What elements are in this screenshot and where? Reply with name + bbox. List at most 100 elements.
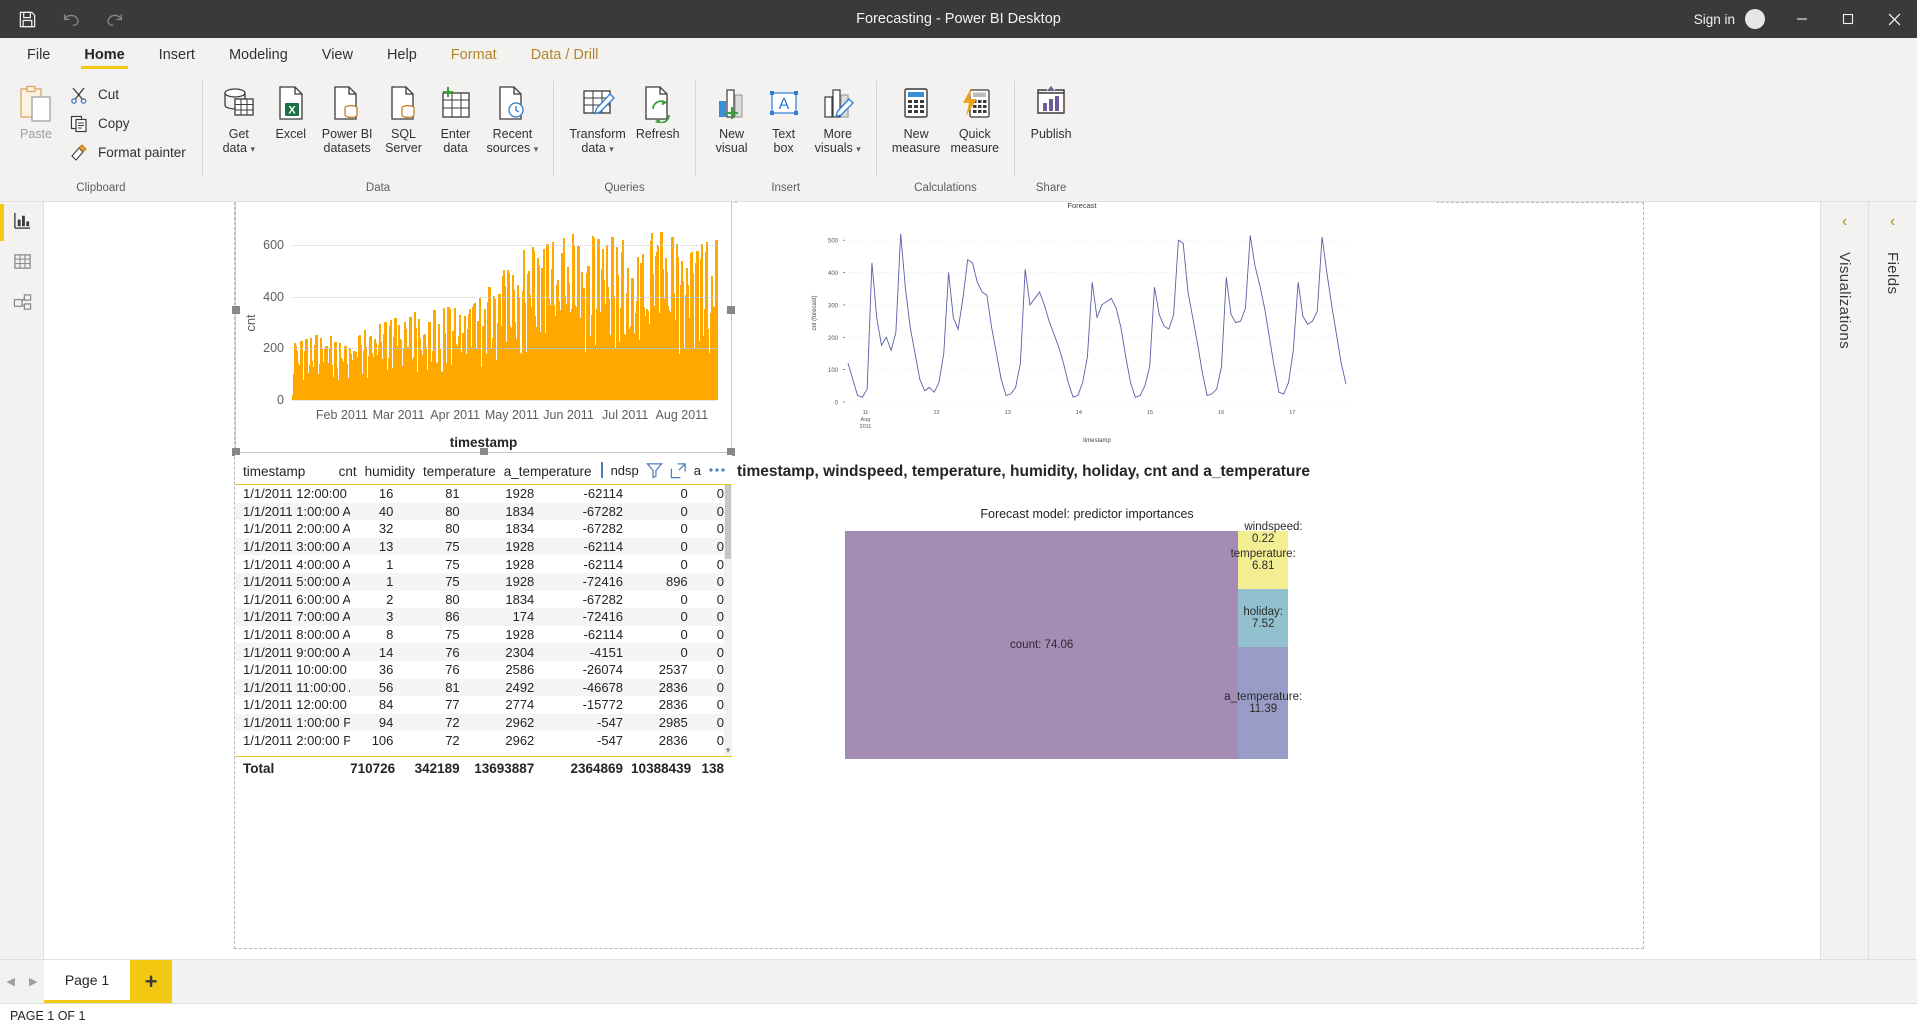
x-axis-tick: Feb 2011 <box>315 408 368 422</box>
cell-windspeed: 0 <box>680 627 688 643</box>
prev-page-icon[interactable]: ◀ <box>0 975 22 988</box>
column-header-timestamp[interactable]: timestamp <box>235 464 325 484</box>
sql-server-button[interactable]: SQL Server <box>378 77 430 159</box>
format-painter-button[interactable]: Format painter <box>62 139 192 167</box>
treemap-tile[interactable]: count: 74.06 <box>845 531 1239 759</box>
enter-data-label2: data <box>443 141 468 155</box>
next-page-icon[interactable]: ▶ <box>22 975 44 988</box>
fields-pane[interactable]: ‹ Fields <box>1868 202 1916 959</box>
powerbi-datasets-button[interactable]: Power BI datasets <box>317 77 378 159</box>
chevron-left-icon[interactable]: ‹ <box>1842 214 1847 230</box>
total-humidity: 342189 <box>414 761 460 776</box>
paste-button[interactable]: Paste <box>10 77 62 145</box>
table-row[interactable]: 1/1/2011 8:00:00 AM8751928-6211400 <box>235 626 732 644</box>
publish-button[interactable]: Publish <box>1025 77 1077 145</box>
svg-text:100: 100 <box>828 368 839 374</box>
treemap-tile[interactable]: a_temperature: 11.39 <box>1224 647 1302 759</box>
maximize-button[interactable] <box>1825 0 1871 38</box>
enter-data-button[interactable]: Enter data <box>430 77 482 159</box>
cell-temperature: 1928 <box>505 556 535 572</box>
table-row[interactable]: 1/1/2011 12:00:00 AM16811928-6211400 <box>235 485 732 503</box>
column-header-cnt[interactable]: cnt <box>325 464 365 484</box>
grid-line <box>292 400 717 401</box>
table-header-toolbar: ndsp a <box>600 461 732 484</box>
save-icon[interactable] <box>14 6 40 32</box>
column-header-windspeed[interactable]: ndsp <box>611 463 639 478</box>
table-row[interactable]: 1/1/2011 12:00:00 PM84772774-1577228360 <box>235 696 732 714</box>
cell-humidity: 77 <box>445 697 460 713</box>
transform-data-button[interactable]: Transform data ▾ <box>564 77 631 160</box>
add-page-button[interactable]: + <box>130 960 172 1003</box>
cell-temperature: 174 <box>512 609 535 625</box>
column-header-humidity[interactable]: humidity <box>365 464 423 484</box>
close-button[interactable] <box>1871 0 1917 38</box>
new-measure-button[interactable]: New measure <box>887 77 946 159</box>
cell-timestamp: 1/1/2011 6:00:00 AM <box>243 591 351 607</box>
more-options-icon[interactable] <box>708 467 726 473</box>
cell-cnt: 36 <box>378 662 394 678</box>
table-row[interactable]: 1/1/2011 11:00:00 AM56812492-4667828360 <box>235 678 732 697</box>
menu-insert[interactable]: Insert <box>142 38 212 71</box>
more-vertical-icon[interactable] <box>600 461 604 479</box>
treemap-tile[interactable]: holiday: 7.52 <box>1238 589 1288 648</box>
visualizations-pane[interactable]: ‹ Visualizations <box>1820 202 1868 959</box>
table-body[interactable]: 1/1/2011 12:00:00 AM16811928-62114001/1/… <box>235 485 732 749</box>
cut-button[interactable]: Cut <box>62 81 192 109</box>
get-data-button[interactable]: Get data ▾ <box>213 77 265 160</box>
treemap-tile[interactable]: windspeed: 0.22 temperature: 6.81 <box>1231 521 1303 590</box>
sidebar-item-model-view[interactable] <box>0 284 44 325</box>
refresh-button[interactable]: Refresh <box>631 77 685 145</box>
table-row[interactable]: 1/1/2011 5:00:00 AM1751928-724168960 <box>235 572 732 591</box>
sign-in-button[interactable]: Sign in <box>1680 9 1779 29</box>
minimize-button[interactable] <box>1779 0 1825 38</box>
sidebar-item-report-view[interactable] <box>0 202 44 243</box>
menu-home[interactable]: Home <box>67 38 141 71</box>
cell-windspeed: 0 <box>680 556 688 572</box>
excel-button[interactable]: X Excel <box>265 77 317 145</box>
table-row[interactable]: 1/1/2011 9:00:00 AM14762304-415100 <box>235 643 732 661</box>
menu-view[interactable]: View <box>305 38 370 71</box>
recent-sources-button[interactable]: Recent sources ▾ <box>482 77 544 160</box>
chevron-left-icon[interactable]: ‹ <box>1890 214 1895 230</box>
more-visuals-button[interactable]: More visuals ▾ <box>810 77 866 160</box>
table-row[interactable]: 1/1/2011 2:00:00 AM32801834-6728200 <box>235 520 732 538</box>
undo-icon[interactable] <box>58 6 84 32</box>
visual-forecast-line[interactable]: timestamp, cnt, humidity, temperature, a… <box>737 202 1437 456</box>
table-row[interactable]: 1/1/2011 1:00:00 AM40801834-6728200 <box>235 502 732 521</box>
ribbon-group-data: Get data ▾ X Excel Power BI datasets SQL… <box>203 71 554 202</box>
table-row[interactable]: 1/1/2011 2:00:00 PM106722962-54728360 <box>235 731 732 749</box>
quick-measure-button[interactable]: Quick measure <box>945 77 1004 159</box>
table-row[interactable]: 1/1/2011 3:00:00 AM13751928-6211400 <box>235 537 732 556</box>
table-row[interactable]: 1/1/2011 7:00:00 AM386174-7241600 <box>235 608 732 626</box>
new-visual-button[interactable]: New visual <box>706 77 758 159</box>
table-row[interactable]: 1/1/2011 4:00:00 AM1751928-6211400 <box>235 555 732 573</box>
table-row[interactable]: 1/1/2011 1:00:00 PM94722962-54729850 <box>235 713 732 732</box>
table-row[interactable]: 1/1/2011 10:00:00 AM36762586-2607425370 <box>235 661 732 679</box>
filter-icon[interactable] <box>645 462 663 479</box>
column-header-a[interactable]: a <box>694 463 701 478</box>
cell-timestamp: 1/1/2011 1:00:00 PM <box>243 715 351 731</box>
y-axis-label: cnt <box>243 313 259 332</box>
visual-predictor-importances[interactable]: timestamp, windspeed, temperature, humid… <box>737 455 1437 775</box>
copy-button[interactable]: Copy <box>62 110 192 138</box>
menu-help[interactable]: Help <box>370 38 434 71</box>
visual-data-table[interactable]: timestamp cnt humidity temperature a_tem… <box>235 455 732 780</box>
menu-modeling[interactable]: Modeling <box>212 38 305 71</box>
text-box-button[interactable]: A Text box <box>758 77 810 159</box>
visual-cnt-by-timestamp[interactable]: cnt by timestamp cnt 0200400600Feb 2011M… <box>232 202 735 456</box>
table-scrollbar[interactable]: ▾ <box>724 485 732 756</box>
column-header-temperature[interactable]: temperature <box>423 464 504 484</box>
report-canvas[interactable]: cnt by timestamp cnt 0200400600Feb 2011M… <box>44 202 1820 959</box>
redo-icon[interactable] <box>102 6 128 32</box>
page-tab-page-1[interactable]: Page 1 <box>44 960 130 1003</box>
menu-file[interactable]: File <box>10 38 67 71</box>
column-header-a-temperature[interactable]: a_temperature <box>504 464 600 484</box>
treemap-title: Forecast model: predictor importances <box>980 507 1194 521</box>
treemap-label: windspeed: 0.22 <box>1244 521 1303 545</box>
focus-mode-icon[interactable] <box>670 462 687 479</box>
sidebar-item-data-view[interactable] <box>0 243 44 284</box>
menu-data-drill[interactable]: Data / Drill <box>514 38 616 71</box>
cell-humidity: 81 <box>445 679 460 695</box>
table-row[interactable]: 1/1/2011 6:00:00 AM2801834-6728200 <box>235 591 732 609</box>
menu-format[interactable]: Format <box>434 38 514 71</box>
